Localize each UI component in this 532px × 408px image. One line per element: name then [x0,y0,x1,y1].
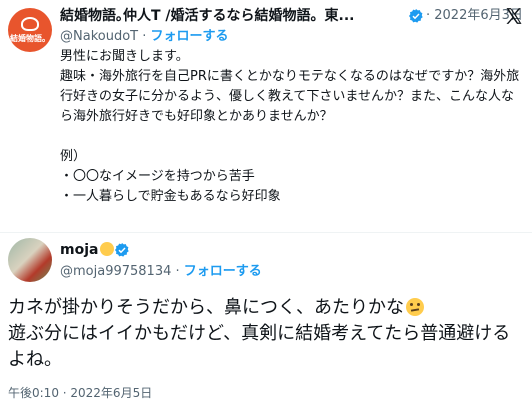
quoted-tweet-text: 男性にお聞きします。 趣味・海外旅行を自己PRに書くとかなりモテなくなるのはなぜ… [60,47,520,207]
quoted-text-line: 趣味・海外旅行を自己PRに書くとかなりモテなくなるのはなぜですか？海外旅行好きの… [60,69,520,124]
tweet-text-line: カネが掛かりそうだから、鼻につく、あたりかな [8,295,524,321]
quoted-handle[interactable]: @NakoudoT [60,29,138,44]
verified-badge-icon [115,243,129,257]
avatar-brand-text: 結婚物語。 [10,33,50,43]
author-sub-line: @moja99758134 · フォローする [60,262,262,282]
quoted-text-line: ・〇〇なイメージを持つから苦手 [60,169,255,184]
quoted-tweet[interactable]: 結婚物語。 結婚物語｡仲人T /婚活するなら結婚物語。東... · 2022年6… [0,0,532,232]
tweet-text-line1: カネが掛かりそうだから、鼻につく、あたりかな [8,297,404,318]
quoted-text-gap [60,127,520,147]
quoted-text-line: 例） [60,149,87,164]
author-display-name[interactable]: moja [60,240,115,260]
separator-dot: · [171,264,184,279]
x-logo-icon[interactable] [504,6,524,26]
tweet-timestamp[interactable]: 午後0:10 · 2022年6月5日 [8,384,152,402]
verified-badge-icon [409,9,423,23]
sad-face-emoji-icon [406,298,424,316]
separator-dot: · [138,29,151,44]
quoted-display-name[interactable]: 結婚物語｡仲人T /婚活するなら結婚物語。東... [60,6,405,26]
tweet-text: カネが掛かりそうだから、鼻につく、あたりかな 遊ぶ分にはイイかもだけど、真剣に結… [8,295,524,373]
quoted-avatar[interactable]: 結婚物語。 [8,8,52,52]
author-name-text: moja [60,242,99,258]
quoted-sub-line: @NakoudoT · フォローする [60,27,229,47]
quoted-text-line: 男性にお聞きします。 [60,49,189,64]
author-handle[interactable]: @moja99758134 [60,264,171,279]
divider [0,232,532,233]
quoted-follow-link[interactable]: フォローする [151,29,229,44]
tweet-text-line2: 遊ぶ分にはイイかもだけど、真剣に結婚考えてたら普通避けるよね。 [8,323,511,370]
ring-logo-icon [21,16,39,31]
quoted-text-line: ・一人暮らしで貯金もあるなら好印象 [60,189,281,204]
author-avatar[interactable] [8,238,52,282]
author-follow-link[interactable]: フォローする [184,264,262,279]
person-emoji-icon [100,242,115,256]
